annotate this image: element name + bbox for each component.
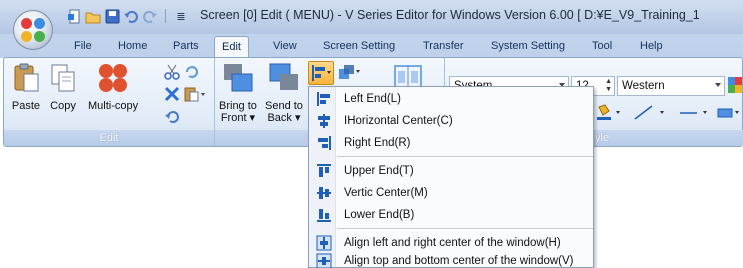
tab-file[interactable]: File <box>74 40 92 52</box>
multi-copy-label: Multi-copy <box>88 100 139 112</box>
open-folder-icon[interactable] <box>85 8 101 24</box>
line-type-button[interactable] <box>677 103 713 123</box>
menu-item-label: Upper End(T) <box>344 164 414 177</box>
tab-tool[interactable]: Tool <box>592 40 612 52</box>
paste-label: Paste <box>11 100 41 112</box>
tab-parts[interactable]: Parts <box>173 40 199 52</box>
menu-item-label: Lower End(B) <box>344 208 415 221</box>
cut-icon[interactable] <box>164 64 180 80</box>
edit-group: Paste Copy Multi-copy Edit <box>4 58 215 146</box>
tab-transfer[interactable]: Transfer <box>423 40 464 52</box>
menu-item-label: Align left and right center of the windo… <box>344 236 561 249</box>
tab-view[interactable]: View <box>273 40 297 52</box>
send-to-back-line2: Back ▾ <box>267 112 301 124</box>
window-center-horizontal-icon <box>313 235 335 251</box>
redo-icon[interactable] <box>142 8 158 24</box>
align-dropdown-button[interactable] <box>308 61 334 85</box>
edit-group-label: Edit <box>4 130 214 146</box>
send-to-back-icon <box>269 63 298 90</box>
copy-button[interactable]: Copy <box>47 62 79 112</box>
editor-window: ≣ Screen [0] Edit ( MENU) - V Series Edi… <box>0 0 743 268</box>
charset-select[interactable]: Western <box>617 76 725 96</box>
line-type-icon <box>680 111 707 114</box>
align-horizontal-center-icon <box>313 113 335 129</box>
align-left-icon <box>313 91 335 107</box>
paste-button[interactable]: Paste <box>10 62 42 112</box>
send-to-back-button[interactable]: Send to Back ▾ <box>265 62 303 124</box>
menu-item-label: Left End(L) <box>344 92 401 105</box>
distribute-icon <box>339 65 360 79</box>
align-top-icon <box>313 163 335 179</box>
border-color-button[interactable] <box>715 103 743 123</box>
multi-copy-icon <box>99 64 128 92</box>
border-color-icon <box>717 108 739 118</box>
align-bottom-icon <box>313 207 335 223</box>
menu-item-label: Align top and bottom center of the windo… <box>344 254 574 267</box>
paste-special-icon[interactable] <box>184 86 206 102</box>
menu-item-label: IHorizontal Center(C) <box>344 114 453 127</box>
distribute-dropdown-button[interactable] <box>336 62 362 84</box>
multi-copy-button[interactable]: Multi-copy <box>88 62 138 112</box>
charset-value: Western <box>622 80 665 92</box>
fill-color-icon <box>597 104 620 120</box>
align-icon <box>312 65 331 81</box>
tab-help[interactable]: Help <box>640 40 663 52</box>
application-button[interactable] <box>13 10 53 50</box>
menu-separator <box>337 228 593 229</box>
menu-separator <box>337 156 593 157</box>
tab-home[interactable]: Home <box>118 40 147 52</box>
menu-item-upper-end[interactable]: Upper End(T) <box>310 160 593 181</box>
window-title: Screen [0] Edit ( MENU) - V Series Edito… <box>200 8 700 22</box>
qat-separator <box>165 9 166 23</box>
new-icon[interactable] <box>66 8 82 24</box>
title-bar: ≣ Screen [0] Edit ( MENU) - V Series Edi… <box>0 0 743 34</box>
copy-icon <box>51 64 75 92</box>
menu-item-left-end[interactable]: Left End(L) <box>310 88 593 109</box>
customize-icon[interactable]: ≣ <box>173 8 189 24</box>
paste-icon <box>14 63 39 92</box>
undo-icon[interactable] <box>123 8 139 24</box>
menu-item-horizontal-center[interactable]: IHorizontal Center(C) <box>310 110 593 131</box>
align-menu: Left End(L) IHorizontal Center(C) Right … <box>308 86 594 268</box>
tab-screen-setting[interactable]: Screen Setting <box>323 40 395 52</box>
tab-edit[interactable]: Edit <box>214 36 249 59</box>
menu-item-right-end[interactable]: Right End(R) <box>310 132 593 153</box>
fill-color-button[interactable] <box>595 103 625 123</box>
bring-to-front-line2: Front ▾ <box>220 112 256 124</box>
line-style-button[interactable] <box>632 103 674 123</box>
quick-access-toolbar: ≣ <box>66 8 189 24</box>
align-right-icon <box>313 135 335 151</box>
delete-icon[interactable] <box>164 86 180 102</box>
menu-item-lower-end[interactable]: Lower End(B) <box>310 204 593 225</box>
menu-item-label: Right End(R) <box>344 136 411 149</box>
refresh-icon[interactable] <box>184 64 200 80</box>
menu-item-window-center-vertical[interactable]: Align top and bottom center of the windo… <box>310 250 593 268</box>
menu-item-vertical-center[interactable]: Vertic Center(M) <box>310 182 593 203</box>
save-icon[interactable] <box>104 8 120 24</box>
chevron-down-icon <box>715 83 721 87</box>
bring-to-front-button[interactable]: Bring to Front ▾ <box>219 62 257 124</box>
align-vertical-center-icon <box>313 185 335 201</box>
window-center-vertical-icon <box>313 253 335 268</box>
line-style-icon <box>634 105 664 120</box>
tab-system-setting[interactable]: System Setting <box>491 40 565 52</box>
bring-to-front-icon <box>223 64 253 92</box>
undo-small-icon[interactable] <box>164 108 180 124</box>
spinner-arrows-icon[interactable]: ▲ ▼ <box>605 78 612 94</box>
color-palette-icon[interactable] <box>728 77 742 93</box>
send-to-back-line1: Send to <box>265 100 303 112</box>
bring-to-front-line1: Bring to <box>219 100 257 112</box>
menu-item-label: Vertic Center(M) <box>344 186 428 199</box>
ribbon-tabs: File Home Parts Edit View Screen Setting… <box>0 34 743 59</box>
app-logo-icon <box>21 18 45 42</box>
copy-label: Copy <box>50 100 76 112</box>
